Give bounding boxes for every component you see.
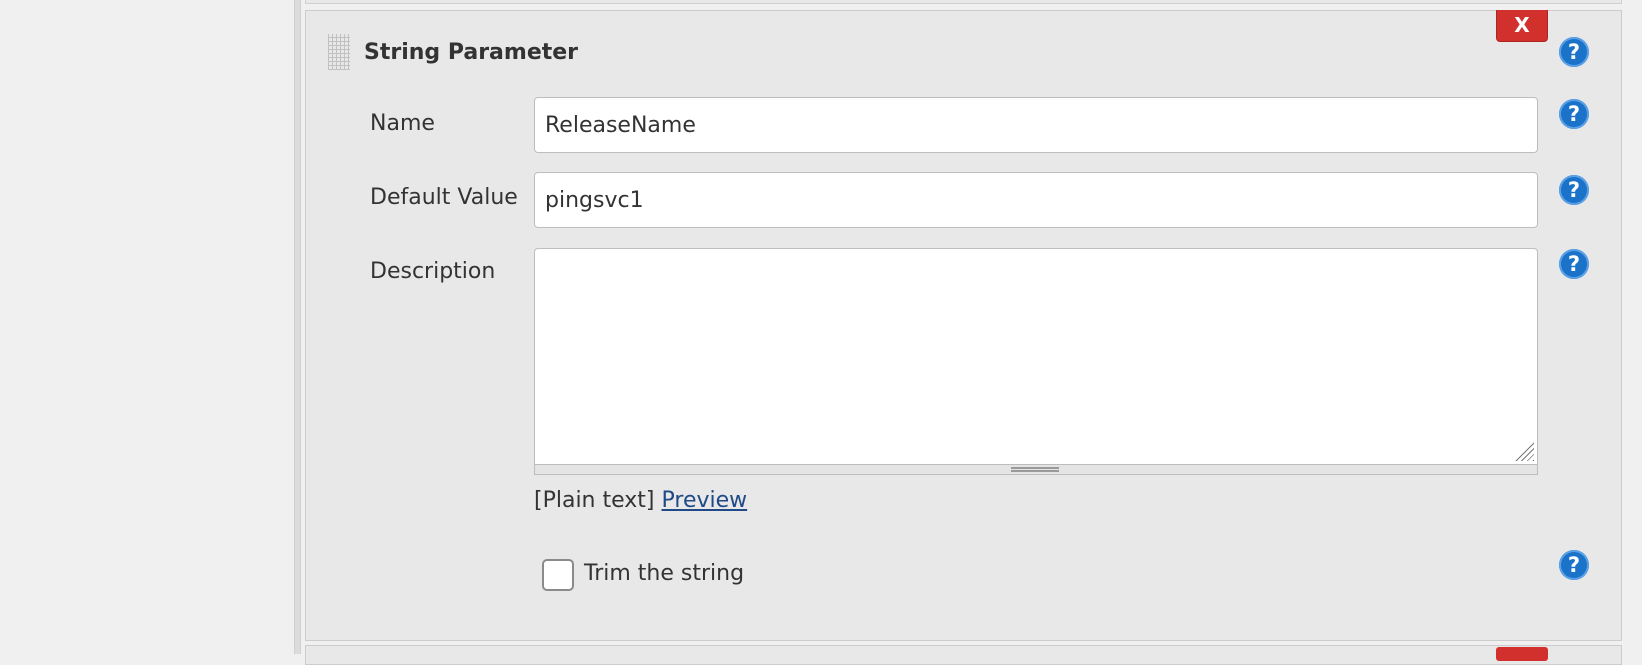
default-value-input[interactable]	[534, 172, 1538, 228]
name-help-icon[interactable]: ?	[1559, 99, 1589, 129]
next-parameter-block	[305, 645, 1622, 665]
previous-parameter-block	[305, 0, 1622, 4]
name-label: Name	[370, 111, 435, 136]
description-help-icon[interactable]: ?	[1559, 249, 1589, 279]
gutter-divider	[294, 0, 301, 654]
resizer-grip-icon	[1011, 467, 1059, 472]
parameter-title: String Parameter	[364, 40, 579, 65]
name-input[interactable]	[534, 97, 1538, 153]
default-value-label: Default Value	[370, 185, 518, 210]
default-value-help-icon[interactable]: ?	[1559, 175, 1589, 205]
drag-handle-icon[interactable]	[328, 34, 350, 70]
format-line: [Plain text] Preview	[534, 486, 747, 516]
left-gutter	[0, 0, 294, 654]
next-delete-button[interactable]	[1496, 647, 1548, 661]
plain-text-label: [Plain text]	[534, 488, 655, 513]
trim-help-icon[interactable]: ?	[1559, 550, 1589, 580]
preview-link[interactable]: Preview	[662, 488, 748, 513]
description-label: Description	[370, 259, 496, 284]
trim-string-checkbox[interactable]	[542, 559, 574, 591]
help-icon[interactable]: ?	[1559, 37, 1589, 67]
textarea-vertical-resizer[interactable]	[534, 465, 1538, 475]
delete-parameter-button[interactable]: X	[1496, 10, 1548, 42]
trim-string-label[interactable]: Trim the string	[584, 559, 744, 589]
description-textarea[interactable]	[534, 248, 1538, 465]
